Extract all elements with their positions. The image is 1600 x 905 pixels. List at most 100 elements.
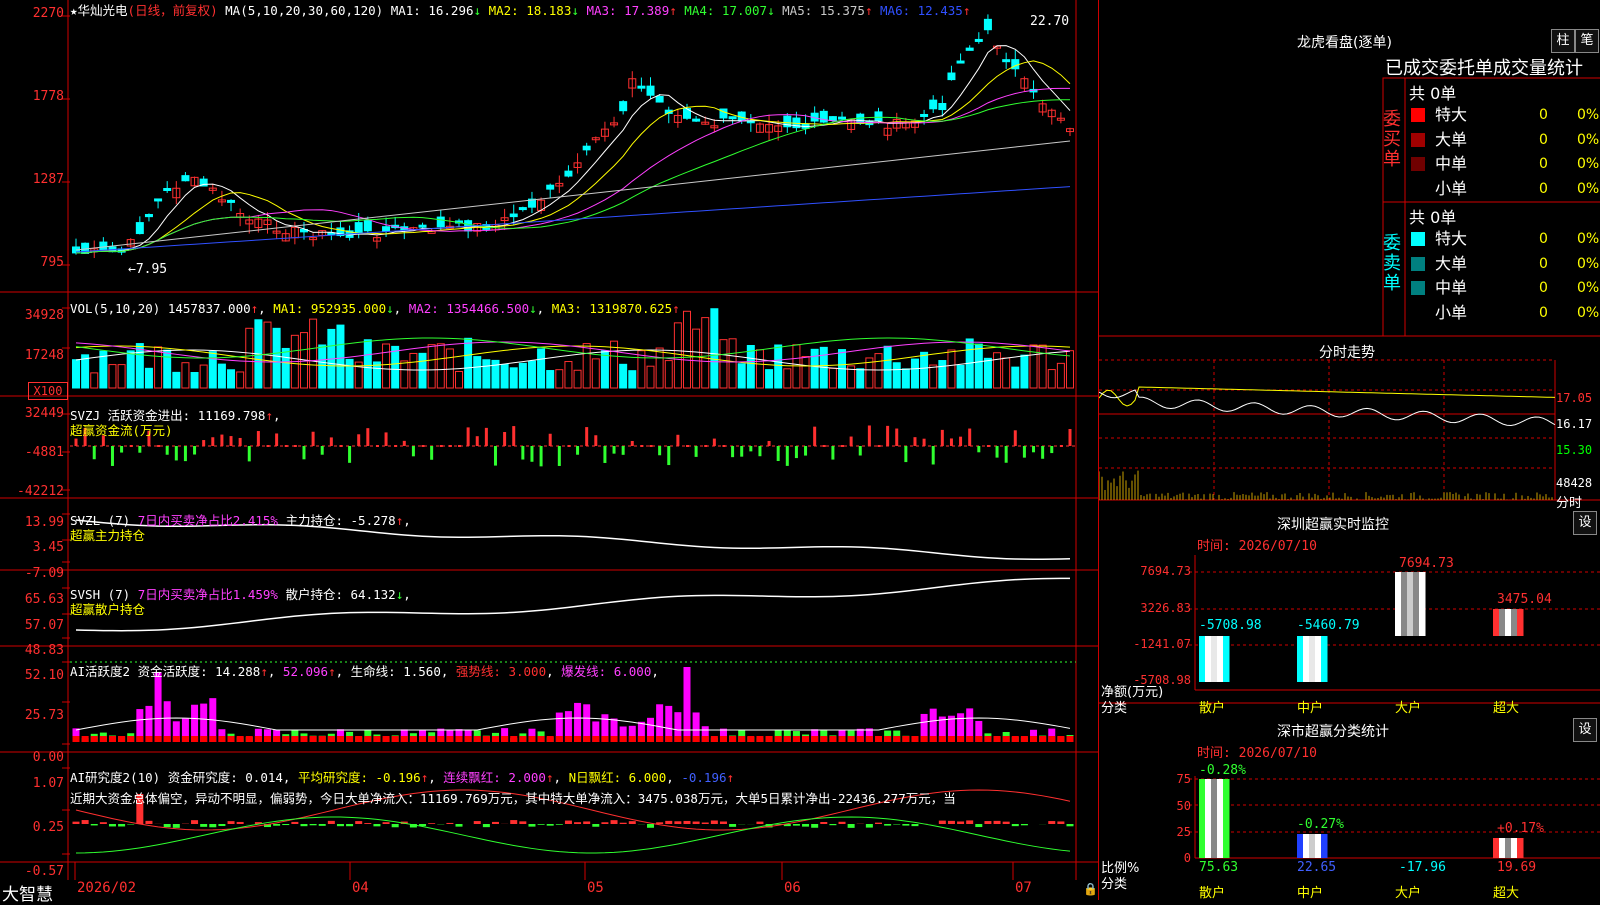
bar-value-label: -17.96 bbox=[1399, 860, 1446, 875]
ai-research-summary: 近期大资金总体偏空，异动不明显，偏弱势，今日大单净流入：11169.769万元，… bbox=[70, 788, 1075, 807]
activity-base-bar bbox=[118, 736, 125, 742]
flow-bar bbox=[120, 446, 123, 453]
activity-base-bar bbox=[629, 736, 636, 742]
x-axis-label: 2026/02 bbox=[77, 880, 136, 896]
research-line bbox=[76, 817, 1070, 853]
candle-body bbox=[510, 214, 517, 217]
bar-value-label: -0.27% bbox=[1297, 817, 1344, 832]
flow-bar bbox=[603, 446, 606, 463]
sz-class-settings-button[interactable]: 设 bbox=[1573, 718, 1597, 742]
activity-base-bar bbox=[738, 736, 745, 742]
activity-base-bar bbox=[1039, 736, 1046, 742]
flow-bar bbox=[211, 437, 214, 446]
candle-body bbox=[155, 199, 162, 201]
flow-bar bbox=[886, 426, 889, 446]
flow-bar bbox=[1060, 445, 1063, 447]
activity-base-bar bbox=[984, 736, 991, 742]
candle-body bbox=[693, 119, 700, 121]
flow-bar bbox=[804, 446, 807, 456]
volume-bar bbox=[984, 358, 991, 388]
activity-base-bar bbox=[775, 736, 782, 742]
volume-bar bbox=[574, 370, 581, 388]
flow-bar bbox=[138, 446, 141, 453]
bar-stripe bbox=[1303, 834, 1310, 858]
volume-bar bbox=[948, 350, 955, 388]
flow-bar bbox=[786, 446, 789, 466]
pen-mode-button[interactable]: 笔 bbox=[1575, 29, 1599, 53]
svzl-tick: 3.45 bbox=[2, 540, 64, 555]
flow-bar bbox=[166, 446, 169, 455]
volume-bar bbox=[228, 370, 235, 388]
volume-bar bbox=[428, 345, 435, 388]
activity-base-bar bbox=[492, 736, 499, 742]
research-bar bbox=[173, 824, 180, 828]
activity-base-bar bbox=[136, 736, 143, 742]
activity-base-bar bbox=[237, 736, 244, 742]
research-bar bbox=[1003, 822, 1010, 824]
bar-value-label: -0.28% bbox=[1199, 763, 1246, 778]
flow-bar bbox=[731, 446, 734, 457]
volume-bar bbox=[282, 348, 289, 388]
research-bar bbox=[164, 824, 171, 827]
ai-research-tick: 1.07 bbox=[2, 776, 64, 791]
research-bar bbox=[109, 824, 116, 826]
chart-canvas[interactable] bbox=[0, 0, 1098, 900]
activity-base-bar bbox=[328, 736, 335, 742]
star-icon[interactable]: ★ bbox=[70, 3, 78, 18]
flow-bar bbox=[695, 446, 698, 457]
research-bar bbox=[446, 823, 453, 824]
flow-bar bbox=[1032, 446, 1035, 452]
bar-stripe bbox=[1407, 572, 1414, 636]
research-bar bbox=[82, 820, 89, 824]
flow-bar bbox=[859, 446, 862, 456]
bar-stripe bbox=[1205, 779, 1212, 858]
bar-value-label: 19.69 bbox=[1497, 860, 1536, 875]
bar-value-label: 75.63 bbox=[1199, 860, 1238, 875]
activity-base-bar bbox=[565, 736, 572, 742]
chart-mode[interactable]: (日线，前复权) bbox=[128, 3, 218, 18]
main-chart-area[interactable]: ★华灿光电(日线，前复权) MA(5,10,20,30,60,120) MA1:… bbox=[0, 0, 1098, 900]
flow-bar bbox=[576, 446, 579, 455]
svsh-tick: 48.83 bbox=[2, 643, 64, 658]
research-bar bbox=[829, 824, 836, 825]
bar-stripe bbox=[1315, 636, 1322, 682]
stock-name[interactable]: 华灿光电 bbox=[78, 3, 128, 18]
volume-unit-button[interactable]: X100 bbox=[28, 382, 68, 400]
candle-body bbox=[519, 208, 526, 210]
flow-bar bbox=[1069, 429, 1072, 446]
candle-body bbox=[355, 223, 362, 234]
research-bar bbox=[73, 822, 80, 824]
volume-bar bbox=[410, 353, 417, 388]
activity-base-bar bbox=[756, 736, 763, 742]
order-count: 0 bbox=[1539, 252, 1548, 276]
lock-icon[interactable]: 🔒 bbox=[1083, 882, 1098, 896]
volume-bar bbox=[1003, 358, 1010, 388]
order-percent: 0% bbox=[1577, 301, 1599, 325]
low-price-marker: ←7.95 bbox=[128, 262, 167, 277]
flow-bar bbox=[321, 446, 324, 455]
research-bar bbox=[300, 824, 307, 826]
volume-bar bbox=[902, 369, 909, 388]
research-bar bbox=[492, 822, 499, 824]
volume-bar bbox=[91, 373, 98, 388]
class-category-label: 大户 bbox=[1395, 882, 1421, 901]
svzl-subtitle: 超赢主力持仓 bbox=[70, 525, 145, 544]
volume-bar bbox=[182, 363, 189, 388]
activity-base-bar bbox=[465, 736, 472, 742]
volume-bar bbox=[319, 345, 326, 388]
activity-base-bar bbox=[410, 736, 417, 742]
bar-stripe bbox=[1217, 636, 1224, 682]
sz-monitor-settings-button[interactable]: 设 bbox=[1573, 511, 1597, 535]
brand-label: 大智慧 bbox=[2, 880, 53, 905]
research-bar bbox=[902, 824, 909, 826]
bar-mode-button[interactable]: 柱 bbox=[1551, 29, 1575, 53]
high-price-marker: 22.70 bbox=[1030, 14, 1069, 29]
order-row: 中单00% bbox=[1407, 276, 1600, 300]
flow-bar bbox=[777, 446, 780, 461]
activity-base-bar bbox=[720, 736, 727, 742]
flow-bar bbox=[193, 446, 196, 455]
volume-bar bbox=[921, 352, 928, 388]
x-axis-label: 07 bbox=[1015, 880, 1032, 896]
flow-bar bbox=[248, 446, 251, 461]
right-panel: 龙虎看盘(逐单) 柱 笔 已成交委托单成交量统计 委买单 共 0单 特大00%大… bbox=[1098, 0, 1600, 900]
